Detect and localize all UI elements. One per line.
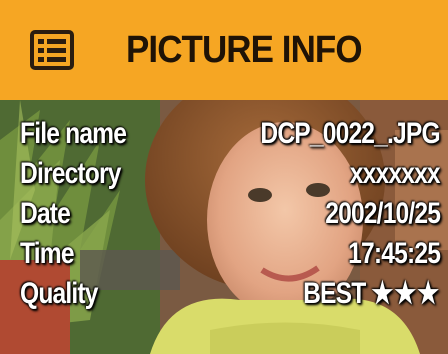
directory-value: xxxxxxx <box>349 157 441 190</box>
file-name-label: File name <box>20 117 127 150</box>
time-label: Time <box>20 237 75 270</box>
info-row-time: Time 17:45:25 <box>0 234 448 274</box>
quality-text: BEST <box>303 277 366 310</box>
info-row-quality: Quality BEST ★★★ <box>0 274 448 314</box>
page-title: PICTURE INFO <box>126 29 363 71</box>
camera-screen: PICTURE INFO File name DCP_0022_.JPG Dir… <box>0 0 448 354</box>
time-value: 17:45:25 <box>348 237 441 270</box>
info-row-date: Date 2002/10/25 <box>0 194 448 234</box>
file-name-value: DCP_0022_.JPG <box>260 117 441 150</box>
date-label: Date <box>20 197 71 230</box>
info-row-directory: Directory xxxxxxx <box>0 154 448 194</box>
photo-preview: File name DCP_0022_.JPG Directory xxxxxx… <box>0 100 448 354</box>
quality-label: Quality <box>20 277 98 310</box>
date-value: 2002/10/25 <box>325 197 441 230</box>
quality-value: BEST ★★★ <box>303 274 440 314</box>
quality-stars: ★★★ <box>371 277 440 310</box>
list-icon <box>30 30 74 70</box>
info-row-file-name: File name DCP_0022_.JPG <box>0 114 448 154</box>
header-bar: PICTURE INFO <box>0 0 448 100</box>
directory-label: Directory <box>20 157 121 190</box>
